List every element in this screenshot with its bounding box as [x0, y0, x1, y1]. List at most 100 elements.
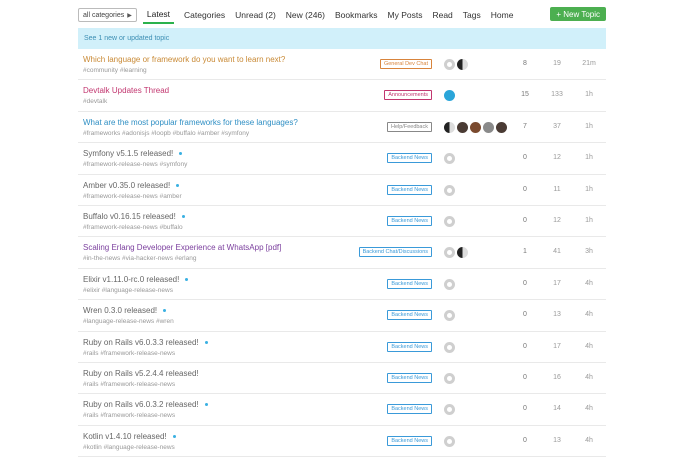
topic-title-wrap: Ruby on Rails v5.2.4.4 released! — [83, 369, 199, 378]
activity-time[interactable]: 1h — [574, 91, 604, 98]
topic-tags[interactable]: #rails #framework-release-news — [83, 381, 175, 388]
activity-time[interactable]: 4h — [574, 311, 604, 318]
category-badge[interactable]: Backend Chat/Discussions — [358, 247, 432, 258]
topic-title-link[interactable]: Amber v0.35.0 released! — [83, 181, 170, 190]
activity-time[interactable]: 3h — [574, 248, 604, 255]
category-badge[interactable]: General Dev Chat — [379, 59, 432, 69]
activity-time[interactable]: 4h — [574, 437, 604, 444]
topic-row: What are the most popular frameworks for… — [78, 112, 606, 144]
tab-bookmarks[interactable]: Bookmarks — [335, 6, 378, 24]
category-badge[interactable]: Backend News — [387, 153, 432, 164]
avatar[interactable] — [444, 153, 455, 165]
topic-title-link[interactable]: Symfony v5.1.5 released! — [83, 149, 173, 158]
topic-title-link[interactable]: Scaling Erlang Developer Experience at W… — [83, 243, 281, 252]
activity-time[interactable]: 1h — [574, 123, 604, 130]
avatar[interactable] — [444, 372, 455, 384]
avatar[interactable] — [457, 247, 468, 259]
category-badge[interactable]: Backend News — [387, 435, 432, 446]
topic-row: Ruby on Rails v6.0.3.2 released! #rails #… — [78, 394, 606, 426]
avatar[interactable] — [444, 278, 455, 290]
topic-title-link[interactable]: Buffalo v0.16.15 released! — [83, 212, 176, 221]
category-badge[interactable]: Announcements — [384, 90, 432, 101]
activity-time[interactable]: 4h — [574, 405, 604, 412]
topic-tags[interactable]: #rails #framework-release-news — [83, 350, 175, 357]
unread-dot-icon — [204, 403, 208, 407]
avatar[interactable] — [444, 310, 455, 322]
tab-categories[interactable]: Categories — [184, 6, 225, 24]
tab-unread[interactable]: Unread (2) — [235, 6, 276, 24]
topic-tags[interactable]: #framework-release-news #symfony — [83, 161, 187, 168]
category-badge[interactable]: Backend News — [387, 310, 432, 321]
topic-title-wrap: Ruby on Rails v6.0.3.3 released! — [83, 338, 208, 347]
topic-tags[interactable]: #frameworks #adonisjs #loopb #buffalo #a… — [83, 130, 249, 137]
topic-tags[interactable]: #framework-release-news #buffalo — [83, 224, 183, 231]
topic-tags[interactable]: #rails #framework-release-news — [83, 412, 175, 419]
tab-new[interactable]: New (246) — [286, 6, 325, 24]
category-badge[interactable]: Backend News — [387, 341, 432, 352]
category-badge[interactable]: Backend News — [387, 184, 432, 195]
topic-title-link[interactable]: What are the most popular frameworks for… — [83, 118, 298, 127]
posters — [444, 278, 455, 290]
avatar[interactable] — [444, 90, 455, 102]
category-badge[interactable]: Backend News — [387, 372, 432, 383]
view-count: 16 — [553, 373, 561, 381]
reply-count: 0 — [523, 405, 527, 413]
topic-tags[interactable]: #devtalk — [83, 98, 107, 105]
avatar[interactable] — [444, 341, 455, 353]
avatar[interactable] — [444, 404, 455, 416]
topic-title-link[interactable]: Ruby on Rails v5.2.4.4 released! — [83, 369, 199, 378]
topic-tags[interactable]: #community #learning — [83, 67, 147, 74]
new-topic-button[interactable]: + New Topic — [550, 7, 606, 21]
posters — [444, 372, 455, 384]
tab-read[interactable]: Read — [432, 6, 452, 24]
activity-time[interactable]: 1h — [574, 186, 604, 193]
avatar[interactable] — [444, 121, 455, 133]
topic-tags[interactable]: #framework-release-news #amber — [83, 193, 182, 200]
avatar[interactable] — [496, 121, 507, 133]
tab-latest[interactable]: Latest — [142, 6, 175, 24]
avatar[interactable] — [444, 59, 455, 70]
topic-title-link[interactable]: Devtalk Updates Thread — [83, 86, 169, 95]
reply-count: 15 — [521, 91, 529, 99]
view-count: 11 — [553, 185, 561, 193]
topic-title-wrap: Symfony v5.1.5 released! — [83, 149, 183, 158]
category-badge[interactable]: Backend News — [387, 215, 432, 226]
category-dropdown[interactable]: all categories ▶ — [78, 8, 137, 22]
avatar[interactable] — [444, 247, 455, 259]
tab-home[interactable]: Home — [491, 6, 514, 24]
avatar[interactable] — [444, 184, 455, 196]
avatar[interactable] — [457, 121, 468, 133]
category-badge[interactable]: Backend News — [387, 278, 432, 289]
unread-dot-icon — [172, 434, 176, 438]
new-topics-banner[interactable]: See 1 new or updated topic — [78, 28, 606, 49]
avatar[interactable] — [457, 59, 468, 70]
avatar[interactable] — [483, 121, 494, 133]
topic-title-link[interactable]: Ruby on Rails v6.0.3.2 released! — [83, 400, 199, 409]
topic-title-wrap: Amber v0.35.0 released! — [83, 181, 180, 190]
topic-tags[interactable]: #in-the-news #via-hacker-news #erlang — [83, 255, 196, 262]
tab-tags[interactable]: Tags — [463, 6, 481, 24]
topic-title-link[interactable]: Elixir v1.11.0-rc.0 released! — [83, 275, 179, 284]
activity-time[interactable]: 21m — [574, 60, 604, 67]
avatar[interactable] — [444, 435, 455, 447]
category-badge[interactable]: Help/Feedback — [387, 121, 432, 132]
tab-my-posts[interactable]: My Posts — [388, 6, 423, 24]
reply-count: 8 — [523, 60, 527, 67]
avatar[interactable] — [470, 121, 481, 133]
topic-title-link[interactable]: Which language or framework do you want … — [83, 55, 285, 64]
activity-time[interactable]: 4h — [574, 280, 604, 287]
activity-time[interactable]: 4h — [574, 374, 604, 381]
topic-tags[interactable]: #elixir #language-release-news — [83, 287, 173, 294]
category-badge[interactable]: Backend News — [387, 404, 432, 415]
topic-title-link[interactable]: Kotlin v1.4.10 released! — [83, 432, 167, 441]
topic-tags[interactable]: #kotlin #language-release-news — [83, 444, 175, 451]
topic-tags[interactable]: #language-release-news #wren — [83, 318, 174, 325]
topic-title-link[interactable]: Ruby on Rails v6.0.3.3 released! — [83, 338, 199, 347]
topic-row: Scaling Erlang Developer Experience at W… — [78, 237, 606, 269]
activity-time[interactable]: 4h — [574, 343, 604, 350]
unread-dot-icon — [179, 152, 183, 156]
avatar[interactable] — [444, 215, 455, 227]
activity-time[interactable]: 1h — [574, 217, 604, 224]
topic-title-link[interactable]: Wren 0.3.0 released! — [83, 306, 157, 315]
activity-time[interactable]: 1h — [574, 154, 604, 161]
